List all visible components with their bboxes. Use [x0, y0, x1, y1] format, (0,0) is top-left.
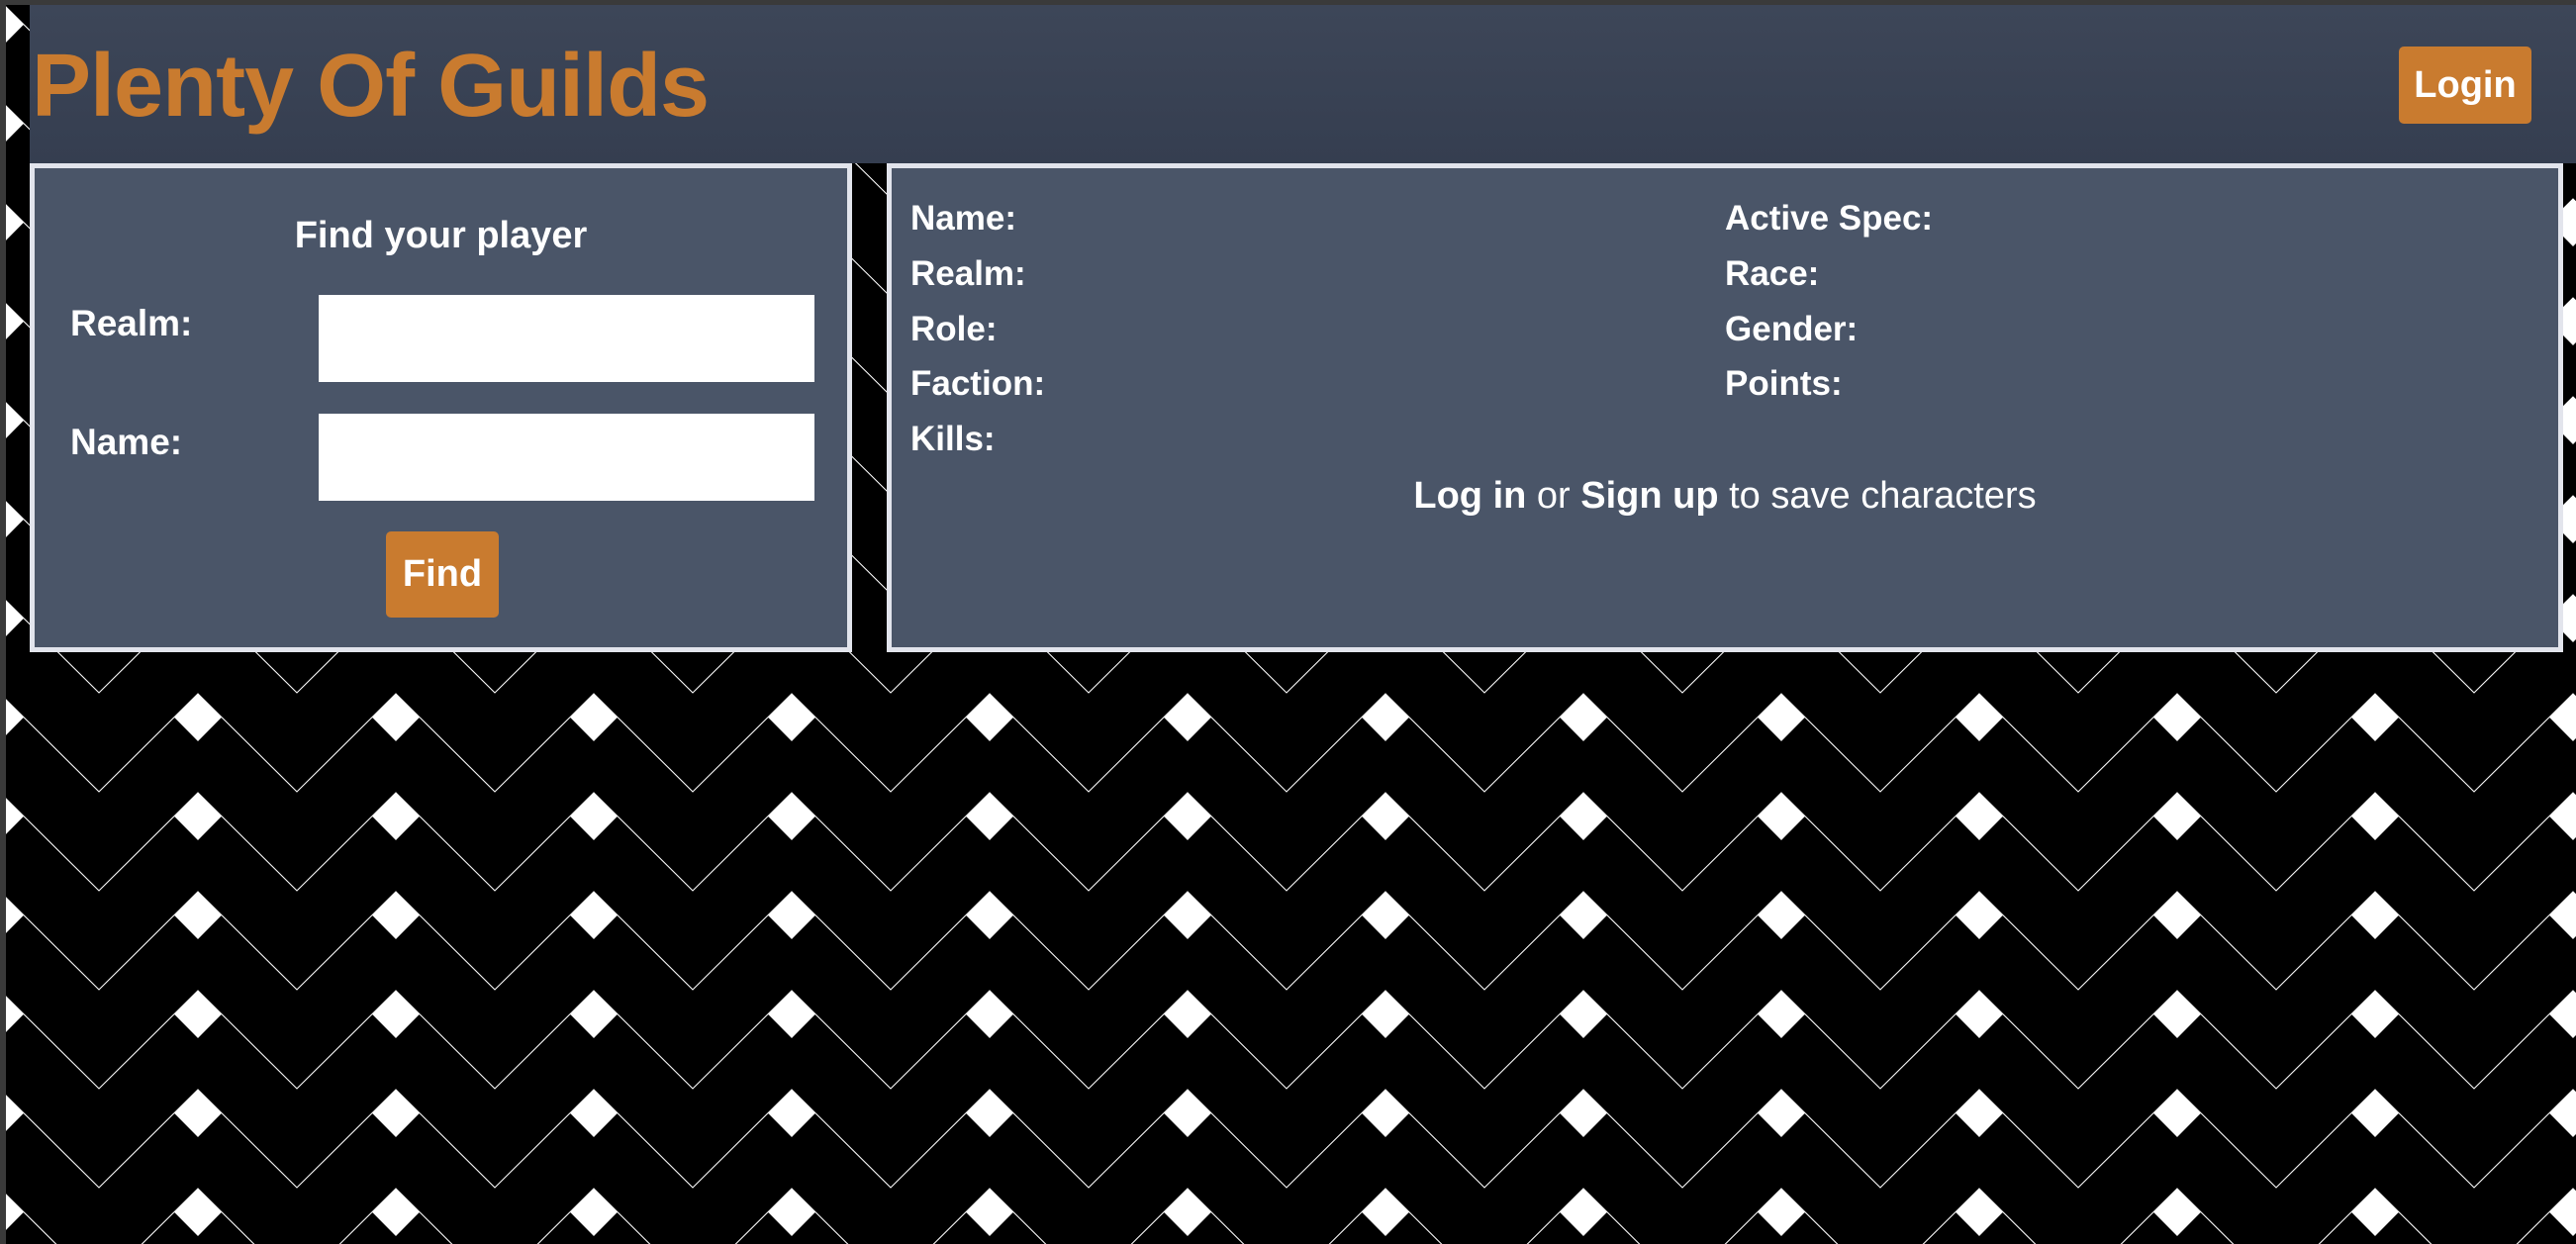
- login-button[interactable]: Login: [2399, 47, 2531, 124]
- realm-label: Realm:: [70, 303, 193, 343]
- info-race-label: Race:: [1725, 254, 1820, 293]
- character-info-panel: Name: Realm: Role: Faction: Kills: Activ…: [887, 163, 2563, 652]
- or-text: or: [1526, 475, 1581, 517]
- info-name-label: Name:: [910, 199, 1016, 238]
- info-gender-label: Gender:: [1725, 310, 1859, 348]
- log-in-link[interactable]: Log in: [1413, 475, 1526, 517]
- find-panel-title: Find your player: [294, 215, 588, 256]
- info-realm-label: Realm:: [910, 254, 1026, 293]
- info-role-label: Role:: [910, 310, 998, 348]
- info-faction-label: Faction:: [910, 364, 1046, 403]
- realm-input[interactable]: [319, 295, 814, 382]
- name-label: Name:: [70, 422, 183, 462]
- name-input[interactable]: [319, 414, 814, 501]
- find-button[interactable]: Find: [386, 531, 499, 618]
- site-title[interactable]: Plenty Of Guilds: [32, 37, 710, 136]
- save-characters-prompt: Log in or Sign up to save characters: [892, 472, 2558, 520]
- window-left-edge: [0, 0, 6, 1244]
- sign-up-link[interactable]: Sign up: [1580, 475, 1718, 517]
- info-active-spec-label: Active Spec:: [1725, 199, 1934, 238]
- site-header: Plenty Of Guilds Login: [30, 5, 2576, 163]
- info-kills-label: Kills:: [910, 420, 996, 458]
- info-points-label: Points:: [1725, 364, 1843, 403]
- save-suffix-text: to save characters: [1718, 475, 2037, 517]
- find-player-panel: Find your player Realm: Name: Find: [30, 163, 852, 652]
